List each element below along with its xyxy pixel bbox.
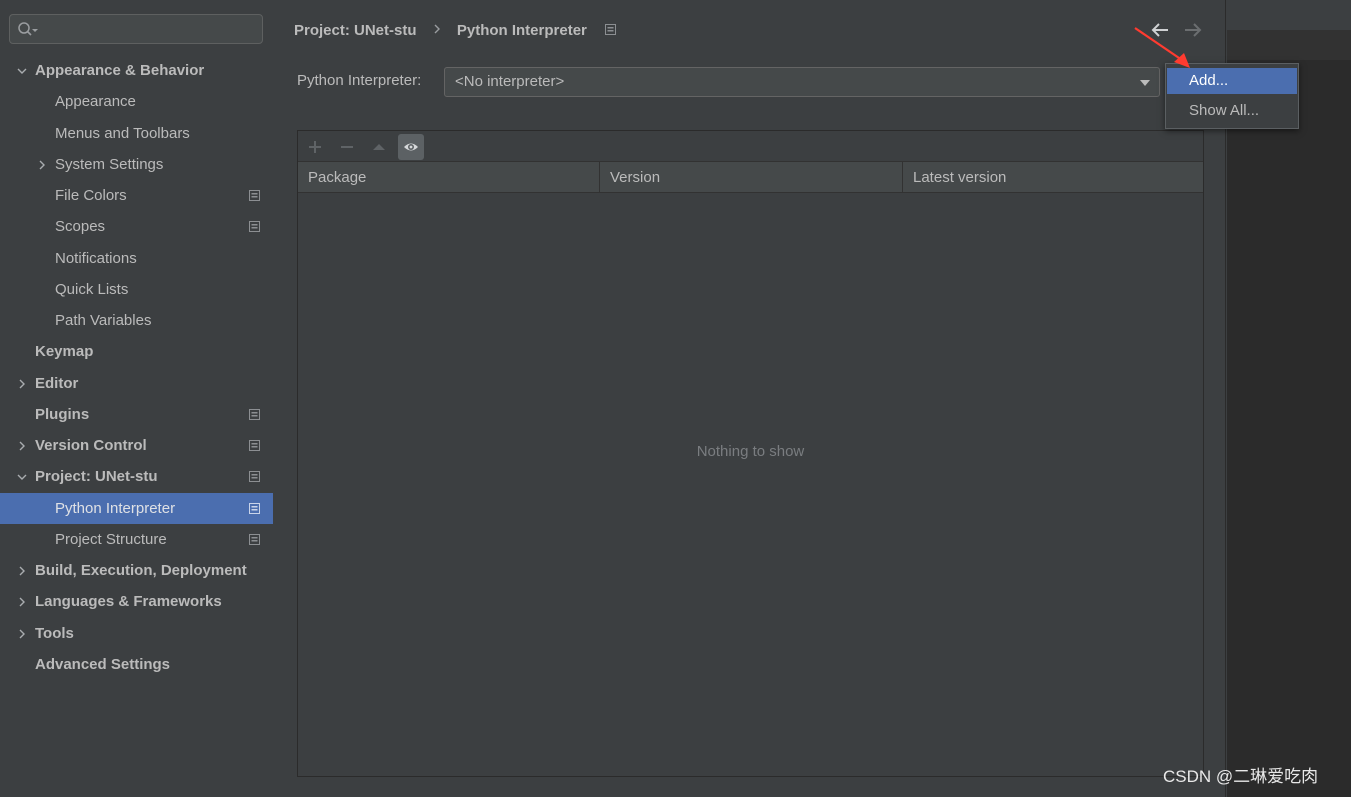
chevron-down-icon	[1140, 80, 1150, 86]
project-level-icon	[249, 221, 260, 232]
upgrade-icon	[373, 144, 385, 150]
sidebar-item-label: Scopes	[55, 218, 106, 235]
search-input[interactable]	[9, 14, 263, 44]
sidebar-item-appearance-behavior[interactable]: Appearance & Behavior	[0, 55, 273, 86]
watermark-text: CSDN @二琳爱吃肉	[1163, 767, 1319, 786]
chevron-down-icon[interactable]	[15, 64, 29, 78]
sidebar-item-build-execution-deployment[interactable]: Build, Execution, Deployment	[0, 555, 273, 586]
sidebar-item-tools[interactable]: Tools	[0, 618, 273, 649]
sidebar-item-label: Languages & Frameworks	[35, 593, 222, 610]
sidebar-item-project-unet-stu[interactable]: Project: UNet-stu	[0, 461, 273, 492]
interpreter-value: <No interpreter>	[455, 73, 565, 90]
sidebar-item-label: Advanced Settings	[35, 656, 171, 673]
eye-icon	[404, 143, 418, 151]
column-header-package[interactable]: Package	[298, 162, 600, 193]
project-level-icon	[249, 440, 260, 451]
sidebar-item-editor[interactable]: Editor	[0, 368, 273, 399]
empty-state-text: Nothing to show	[696, 443, 805, 460]
chevron-right-icon[interactable]	[35, 158, 49, 172]
sidebar-item-languages-frameworks[interactable]: Languages & Frameworks	[0, 586, 273, 617]
chevron-right-icon[interactable]	[15, 627, 29, 641]
remove-package-button[interactable]	[334, 134, 360, 160]
project-level-icon	[249, 503, 260, 514]
breadcrumb-current: Python Interpreter	[456, 22, 587, 40]
sidebar-item-quick-lists[interactable]: Quick Lists	[0, 274, 273, 305]
sidebar-item-appearance[interactable]: Appearance	[0, 86, 273, 117]
search-icon	[18, 22, 38, 36]
sidebar-item-scopes[interactable]: Scopes	[0, 211, 273, 242]
chevron-right-icon[interactable]	[15, 564, 29, 578]
remove-icon	[341, 146, 353, 148]
sidebar-item-label: Plugins	[35, 406, 90, 423]
project-level-icon	[249, 534, 260, 545]
packages-panel: Package Version Latest version Nothing t…	[297, 130, 1204, 777]
sidebar-item-project-structure[interactable]: Project Structure	[0, 524, 273, 555]
sidebar-item-label: Keymap	[35, 343, 94, 360]
sidebar-item-label: Appearance & Behavior	[35, 62, 205, 79]
sidebar-item-label: Appearance	[55, 93, 136, 110]
chevron-right-icon	[434, 24, 440, 34]
chevron-right-icon[interactable]	[15, 377, 29, 391]
sidebar-item-label: File Colors	[55, 187, 127, 204]
background-toolbar	[1227, 0, 1351, 30]
settings-sidebar: Appearance & Behavior Appearance Menus and…	[0, 0, 273, 797]
interpreter-label: Python Interpreter:	[297, 72, 422, 89]
sidebar-item-label: Quick Lists	[55, 281, 129, 298]
background-tab-band	[1227, 30, 1351, 60]
chevron-right-icon[interactable]	[15, 439, 29, 453]
sidebar-item-label: Notifications	[55, 250, 137, 267]
packages-toolbar	[298, 131, 1203, 162]
sidebar-item-label: Project: UNet-stu	[35, 468, 158, 485]
packages-table-header: Package Version Latest version	[298, 162, 1203, 193]
sidebar-item-label: Version Control	[35, 437, 147, 454]
sidebar-item-label: Project Structure	[55, 531, 167, 548]
settings-content: Project: UNet-stu Python Interpreter Pyt…	[273, 0, 1226, 797]
sidebar-item-label: Menus and Toolbars	[55, 125, 190, 142]
sidebar-item-version-control[interactable]: Version Control	[0, 430, 273, 461]
sidebar-item-menus-and-toolbars[interactable]: Menus and Toolbars	[0, 118, 273, 149]
upgrade-package-button[interactable]	[366, 134, 392, 160]
project-level-icon	[249, 471, 260, 482]
sidebar-item-label: Path Variables	[55, 312, 152, 329]
add-icon	[309, 141, 321, 153]
sidebar-item-label: Python Interpreter	[55, 500, 176, 517]
sidebar-item-label: Editor	[35, 375, 79, 392]
sidebar-item-label: Tools	[35, 625, 74, 642]
sidebar-item-path-variables[interactable]: Path Variables	[0, 305, 273, 336]
packages-table-body[interactable]: Nothing to show	[298, 193, 1203, 776]
interpreter-select[interactable]: <No interpreter>	[444, 67, 1160, 97]
sidebar-item-notifications[interactable]: Notifications	[0, 243, 273, 274]
project-level-icon	[249, 409, 260, 420]
sidebar-item-python-interpreter[interactable]: Python Interpreter	[0, 493, 273, 524]
sidebar-item-system-settings[interactable]: System Settings	[0, 149, 273, 180]
breadcrumb-parent[interactable]: Project: UNet-stu	[294, 20, 417, 42]
add-package-button[interactable]	[302, 134, 328, 160]
sidebar-item-plugins[interactable]: Plugins	[0, 399, 273, 430]
menu-item-show-all[interactable]: Show All...	[1167, 98, 1297, 124]
column-header-latest-version[interactable]: Latest version	[903, 162, 1203, 193]
sidebar-item-file-colors[interactable]: File Colors	[0, 180, 273, 211]
sidebar-item-advanced-settings[interactable]: Advanced Settings	[0, 649, 273, 680]
sidebar-item-label: Build, Execution, Deployment	[35, 562, 247, 579]
project-level-icon	[249, 190, 260, 201]
show-early-releases-button[interactable]	[398, 134, 424, 160]
column-header-version[interactable]: Version	[600, 162, 903, 193]
breadcrumb: Project: UNet-stu Python Interpreter	[294, 20, 617, 42]
chevron-right-icon[interactable]	[15, 595, 29, 609]
project-level-icon	[605, 24, 617, 35]
chevron-down-icon[interactable]	[15, 470, 29, 484]
sidebar-item-label: System Settings	[55, 156, 164, 173]
annotation-arrow-icon	[1134, 27, 1190, 68]
sidebar-item-keymap[interactable]: Keymap	[0, 336, 273, 367]
